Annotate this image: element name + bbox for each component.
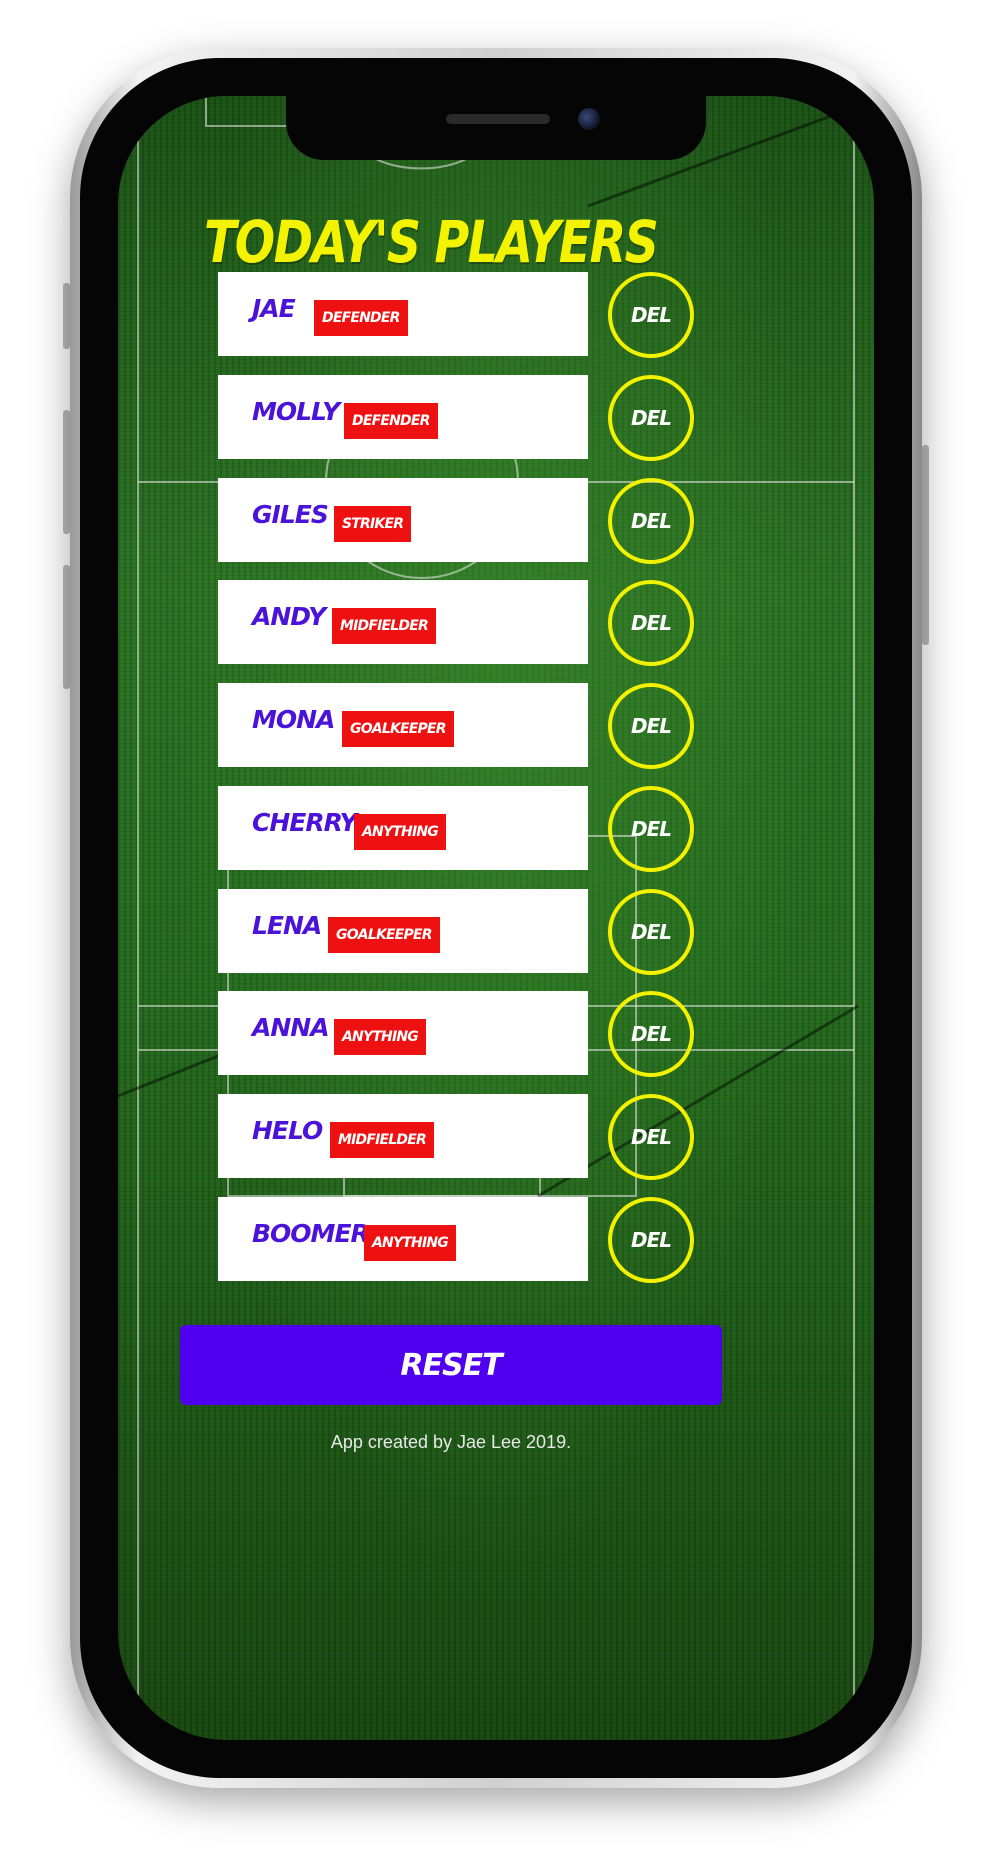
footer-credit: App created by Jae Lee 2019. — [330, 1432, 572, 1452]
player-card: Cherry Anything — [218, 786, 588, 870]
delete-player-button[interactable]: Del — [608, 1094, 694, 1180]
device-frame: Today's Players Jae Defender Del Molly D… — [0, 0, 994, 1849]
player-name: Boomer — [252, 1219, 370, 1248]
delete-player-button[interactable]: Del — [608, 991, 694, 1077]
position-badge: Anything — [364, 1225, 456, 1261]
player-card: Helo Midfielder — [218, 1094, 588, 1178]
position-badge: Defender — [314, 300, 408, 336]
position-badge: Goalkeeper — [328, 917, 440, 953]
player-card: Giles Striker — [218, 478, 588, 562]
volume-up-button — [63, 410, 70, 534]
player-name: Lena — [252, 911, 322, 940]
player-name: Helo — [252, 1116, 323, 1145]
player-card: Molly Defender — [218, 375, 588, 459]
player-name: Mona — [252, 705, 335, 734]
player-name: Andy — [252, 602, 326, 631]
position-badge: Striker — [334, 506, 412, 542]
reset-button[interactable]: Reset — [180, 1325, 722, 1405]
position-badge: Goalkeeper — [342, 711, 454, 747]
silent-switch — [63, 283, 70, 349]
delete-player-button[interactable]: Del — [608, 478, 694, 564]
player-card: Anna Anything — [218, 991, 588, 1075]
app-screen: Today's Players Jae Defender Del Molly D… — [118, 96, 874, 1740]
player-name: Giles — [252, 500, 329, 529]
player-name: Molly — [252, 397, 340, 426]
position-badge: Defender — [344, 403, 438, 439]
player-card: Jae Defender — [218, 272, 588, 356]
player-name: Anna — [252, 1013, 330, 1042]
player-card: Boomer Anything — [218, 1197, 588, 1281]
position-badge: Midfielder — [332, 608, 436, 644]
delete-player-button[interactable]: Del — [608, 1197, 694, 1283]
delete-player-button[interactable]: Del — [608, 683, 694, 769]
position-badge: Anything — [354, 814, 446, 850]
player-list: Jae Defender Del Molly Defender Del Gile… — [118, 96, 874, 1740]
volume-down-button — [63, 565, 70, 689]
player-card: Andy Midfielder — [218, 580, 588, 664]
player-name: Cherry — [252, 808, 358, 837]
position-badge: Anything — [334, 1019, 426, 1055]
power-button — [922, 445, 929, 645]
delete-player-button[interactable]: Del — [608, 580, 694, 666]
delete-player-button[interactable]: Del — [608, 889, 694, 975]
delete-player-button[interactable]: Del — [608, 786, 694, 872]
player-card: Lena Goalkeeper — [218, 889, 588, 973]
player-name: Jae — [252, 294, 296, 323]
delete-player-button[interactable]: Del — [608, 272, 694, 358]
player-card: Mona Goalkeeper — [218, 683, 588, 767]
position-badge: Midfielder — [330, 1122, 434, 1158]
delete-player-button[interactable]: Del — [608, 375, 694, 461]
